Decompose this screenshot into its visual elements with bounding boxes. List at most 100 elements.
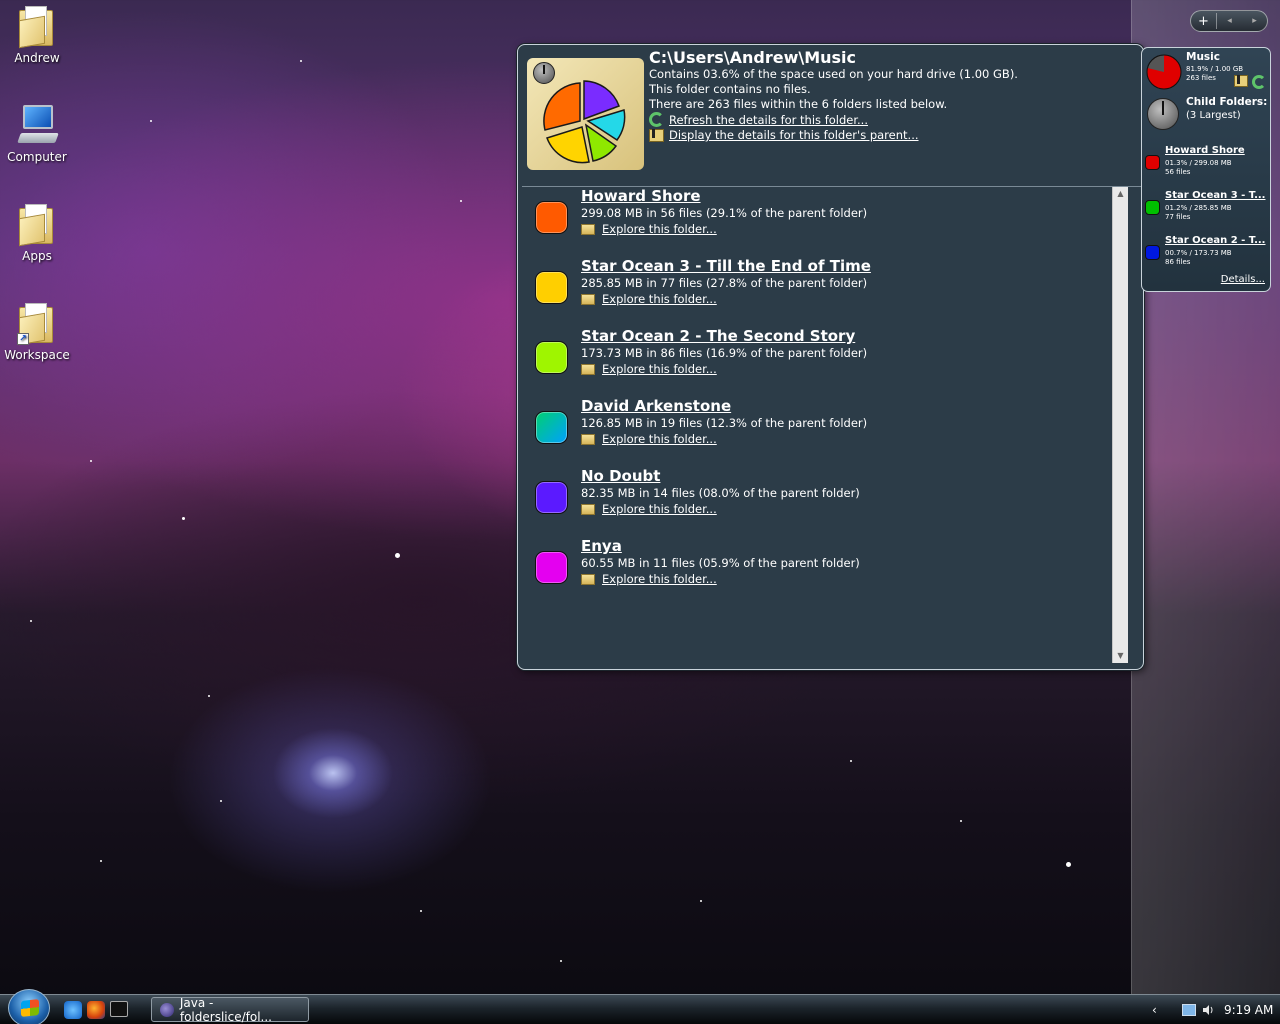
desktop-icon-apps[interactable]: Apps [0, 202, 74, 263]
parent-folder-link-label[interactable]: Display the details for this folder's pa… [669, 128, 919, 142]
explore-folder-label[interactable]: Explore this folder... [602, 572, 717, 586]
color-swatch [535, 271, 568, 304]
folder-icon [581, 433, 595, 445]
firefox-icon[interactable] [87, 1001, 105, 1019]
add-gadget-button[interactable]: + [1191, 14, 1216, 29]
gadget-refresh-icon[interactable] [1252, 75, 1266, 89]
folder-icon [17, 202, 57, 247]
gadget-details-link[interactable]: Details... [1221, 274, 1265, 285]
gadget-child-entry: Howard Shore 01.3% / 299.08 MB 56 files [1142, 145, 1270, 187]
explore-folder-label[interactable]: Explore this folder... [602, 502, 717, 516]
internet-explorer-icon[interactable] [64, 1001, 82, 1019]
gadget-usage-text: 81.9% / 1.00 GB [1186, 65, 1244, 73]
next-gadget-button[interactable]: ▸ [1242, 16, 1267, 26]
gadget-files-text: 263 files [1186, 74, 1216, 82]
dial-knob-icon[interactable] [533, 62, 555, 84]
explore-folder-link[interactable]: Explore this folder... [581, 292, 717, 306]
desktop-icon-computer[interactable]: Computer [0, 103, 74, 164]
folder-shortcut-icon: ↗ [17, 301, 57, 346]
folder-path-title: C:\Users\Andrew\Music [649, 48, 857, 67]
subfolder-detail: 299.08 MB in 56 files (29.1% of the pare… [581, 206, 868, 220]
list-scrollbar[interactable]: ▲ ▼ [1112, 187, 1128, 663]
folder-pie-tile [527, 58, 644, 170]
gadget-child-files: 56 files [1165, 168, 1191, 176]
explore-folder-label[interactable]: Explore this folder... [602, 222, 717, 236]
color-swatch [535, 481, 568, 514]
subfolder-detail: 173.73 MB in 86 files (16.9% of the pare… [581, 346, 868, 360]
desktop-icon-label: Andrew [14, 51, 60, 65]
gadget-child-name-link[interactable]: Star Ocean 2 - T... [1165, 235, 1265, 246]
folder-slice-gadget: Music 81.9% / 1.00 GB 263 files Child Fo… [1141, 47, 1271, 292]
explore-folder-link[interactable]: Explore this folder... [581, 572, 717, 586]
subfolder-detail: 126.85 MB in 19 files (12.3% of the pare… [581, 416, 868, 430]
prev-gadget-button[interactable]: ◂ [1217, 16, 1242, 26]
scroll-down-icon[interactable]: ▼ [1113, 649, 1128, 663]
folder-icon [581, 293, 595, 305]
volume-icon[interactable] [1202, 1004, 1214, 1016]
subfolder-name-link[interactable]: Star Ocean 2 - The Second Story [581, 327, 855, 345]
computer-icon [17, 103, 59, 147]
subfolder-detail: 60.55 MB in 11 files (05.9% of the paren… [581, 556, 860, 570]
explore-folder-link[interactable]: Explore this folder... [581, 222, 717, 236]
folder-icon [581, 223, 595, 235]
explore-folder-label[interactable]: Explore this folder... [602, 362, 717, 376]
taskbar-window-button[interactable]: Java - folderslice/fol... [151, 995, 309, 1024]
network-icon[interactable] [1182, 1003, 1196, 1016]
child-folders-title: Child Folders: [1186, 96, 1268, 108]
eclipse-icon [160, 1002, 174, 1017]
folder-icon [581, 363, 595, 375]
parent-folder-icon [649, 128, 664, 142]
list-item: Enya 60.55 MB in 11 files (05.9% of the … [522, 537, 1102, 599]
gadget-dial-icon[interactable] [1147, 98, 1179, 130]
refresh-link-label[interactable]: Refresh the details for this folder... [669, 113, 868, 127]
taskbar-window-label: Java - folderslice/fol... [179, 995, 272, 1024]
list-item: Star Ocean 2 - The Second Story 173.73 M… [522, 327, 1102, 389]
gadget-child-name-link[interactable]: Star Ocean 3 - T... [1165, 190, 1265, 201]
list-item: No Doubt 82.35 MB in 14 files (08.0% of … [522, 467, 1102, 529]
list-item: Star Ocean 3 - Till the End of Time 285.… [522, 257, 1102, 319]
parent-folder-link[interactable]: Display the details for this folder's pa… [649, 128, 919, 142]
desktop-icon-workspace[interactable]: ↗ Workspace [0, 301, 74, 362]
refresh-icon [649, 112, 664, 127]
subfolder-name-link[interactable]: David Arkenstone [581, 397, 731, 415]
desktop-icon-andrew[interactable]: Andrew [0, 4, 74, 65]
command-prompt-icon[interactable] [110, 1001, 128, 1017]
clock[interactable]: 9:19 AM [1224, 1003, 1273, 1017]
show-hidden-icons-chevron-icon[interactable]: ‹ [1152, 1003, 1166, 1017]
start-button[interactable] [8, 989, 50, 1024]
user-folder-icon [17, 4, 57, 49]
explore-folder-link[interactable]: Explore this folder... [581, 362, 717, 376]
gadget-parent-icon[interactable] [1234, 75, 1248, 87]
subfolder-files-text: There are 263 files within the 6 folders… [649, 97, 948, 111]
explore-folder-link[interactable]: Explore this folder... [581, 502, 717, 516]
gadget-child-entry: Star Ocean 3 - T... 01.2% / 285.85 MB 77… [1142, 190, 1270, 232]
gadget-child-usage: 01.3% / 299.08 MB [1165, 159, 1232, 167]
subfolder-detail: 285.85 MB in 77 files (27.8% of the pare… [581, 276, 868, 290]
subfolder-name-link[interactable]: Star Ocean 3 - Till the End of Time [581, 257, 871, 275]
gadget-child-files: 77 files [1165, 213, 1191, 221]
sidebar-controls: + ◂ ▸ [1190, 10, 1268, 32]
explore-folder-label[interactable]: Explore this folder... [602, 432, 717, 446]
subfolder-list: Howard Shore 299.08 MB in 56 files (29.1… [522, 187, 1130, 666]
folder-icon [581, 503, 595, 515]
scroll-up-icon[interactable]: ▲ [1113, 187, 1128, 201]
refresh-link[interactable]: Refresh the details for this folder... [649, 112, 868, 127]
system-tray: ‹ 9:19 AM [1146, 995, 1280, 1024]
color-swatch [535, 411, 568, 444]
color-swatch [1145, 200, 1160, 215]
list-item: Howard Shore 299.08 MB in 56 files (29.1… [522, 187, 1102, 249]
subfolder-name-link[interactable]: No Doubt [581, 467, 660, 485]
subfolder-name-link[interactable]: Enya [581, 537, 622, 555]
subfolder-name-link[interactable]: Howard Shore [581, 187, 701, 205]
gadget-child-name-link[interactable]: Howard Shore [1165, 145, 1245, 156]
desktop-icon-label: Apps [22, 249, 52, 263]
explore-folder-label[interactable]: Explore this folder... [602, 292, 717, 306]
color-swatch [535, 341, 568, 374]
gadget-folder-title: Music [1186, 51, 1220, 63]
gadget-pie-icon[interactable] [1146, 54, 1182, 90]
color-swatch [1145, 155, 1160, 170]
gadget-child-usage: 00.7% / 173.73 MB [1165, 249, 1232, 257]
gadget-child-files: 86 files [1165, 258, 1191, 266]
color-swatch [535, 201, 568, 234]
explore-folder-link[interactable]: Explore this folder... [581, 432, 717, 446]
